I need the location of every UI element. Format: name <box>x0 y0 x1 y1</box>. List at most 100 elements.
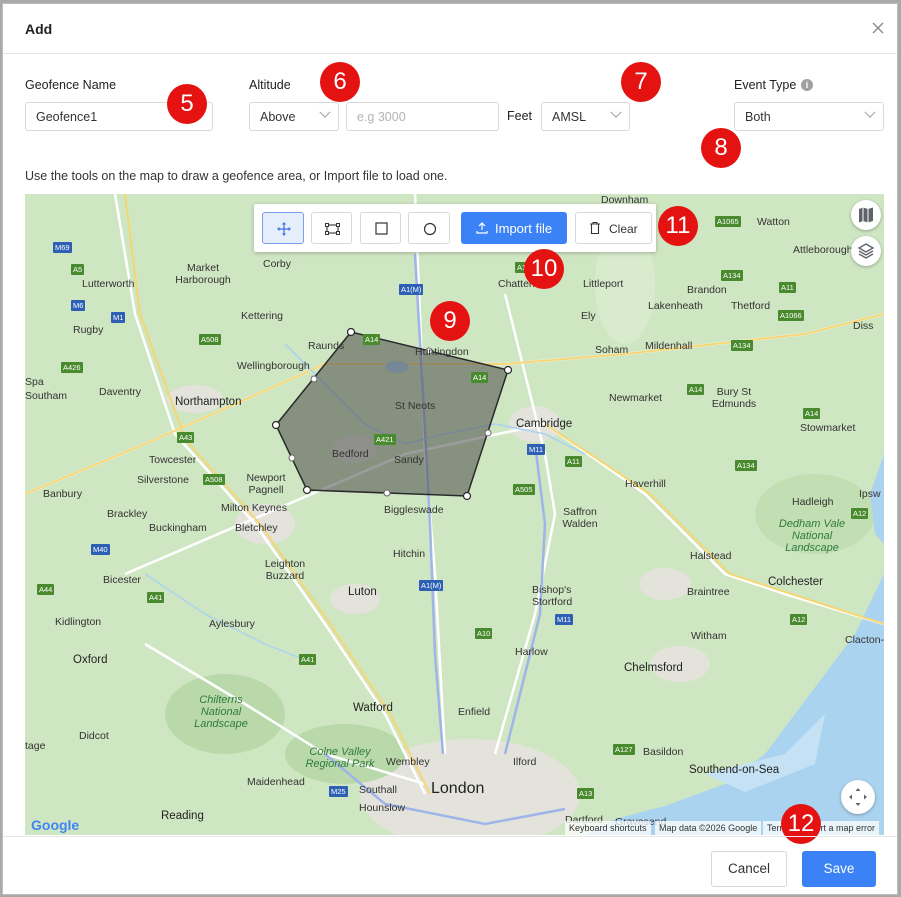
map-place-label: Kettering <box>241 310 284 322</box>
callout-badge: 11 <box>658 206 698 246</box>
road-shield: A10 <box>475 628 493 639</box>
map-place-label: Towcester <box>149 454 197 466</box>
road-shield: A14 <box>471 372 489 383</box>
map-place-label: Luton <box>348 586 377 598</box>
cancel-button[interactable]: Cancel <box>711 851 787 887</box>
import-file-label: Import file <box>495 221 553 236</box>
map-place-label: Hadleigh <box>792 496 834 508</box>
midpoint-handle[interactable] <box>484 429 492 437</box>
map-place-label: Huntingdon <box>415 346 469 358</box>
map-place-label: Watford <box>353 702 393 714</box>
map-place-label: Ilford <box>513 756 537 768</box>
map-place-label: Enfield <box>458 706 491 718</box>
road-shield: A41 <box>299 654 317 665</box>
map-place-label: tage <box>25 740 46 752</box>
map-place-label: Basildon <box>643 746 684 758</box>
map-place-label: Lutterworth <box>82 278 135 290</box>
altitude-mode-select[interactable]: Above <box>249 102 339 131</box>
map-place-label: Watton <box>757 216 790 228</box>
map-place-label: Witham <box>691 630 727 642</box>
map-place-label: Rugby <box>73 324 104 336</box>
map-place-label: Southall <box>359 784 397 796</box>
clear-button[interactable]: Clear <box>575 212 652 244</box>
recenter-icon <box>849 788 867 806</box>
map-place-label: Chelmsford <box>624 662 683 674</box>
altitude-input[interactable]: e.g 3000 <box>346 102 499 131</box>
map-place-label: Maidenhead <box>247 776 305 788</box>
square-icon <box>375 222 388 235</box>
info-icon[interactable]: i <box>801 79 813 91</box>
trash-icon <box>590 221 600 235</box>
road-shield: A11 <box>565 456 582 467</box>
map-park-label: Chilterns National Landscape <box>194 694 248 730</box>
midpoint-handle[interactable] <box>310 375 318 383</box>
save-button[interactable]: Save <box>802 851 876 887</box>
road-shield: M40 <box>91 544 110 555</box>
vertex-handle[interactable] <box>346 327 356 337</box>
event-type-select[interactable]: Both <box>734 102 884 131</box>
map-data-attribution: Map data ©2026 Google <box>655 821 762 835</box>
map-type-icon <box>859 207 873 223</box>
map-canvas[interactable]: Downham Watton Attleborough Lutterworth … <box>25 194 884 835</box>
road-shield: A508 <box>199 334 221 345</box>
map-park-label: Colne Valley Regional Park <box>305 746 375 770</box>
keyboard-shortcuts-link[interactable]: Keyboard shortcuts <box>565 821 651 835</box>
map-place-label: Stowmarket <box>800 422 856 434</box>
map-place-label: Braintree <box>687 586 730 598</box>
midpoint-handle[interactable] <box>383 489 391 497</box>
map-place-label: Halstead <box>690 550 732 562</box>
road-shield: A1066 <box>778 310 804 321</box>
recenter-button[interactable] <box>841 780 875 814</box>
map-place-label: Milton Keynes <box>221 502 287 514</box>
map-place-label: Wembley <box>386 756 430 768</box>
import-file-button[interactable]: Import file <box>461 212 567 244</box>
map-place-label: Newmarket <box>609 392 663 404</box>
road-shield: M1 <box>111 312 126 323</box>
geofence-polygon[interactable] <box>25 194 884 835</box>
road-shield: A127 <box>613 744 635 755</box>
map-place-label: Mildenhall <box>645 340 693 352</box>
map-place-label: Hitchin <box>393 548 426 560</box>
map-place-label: Littleport <box>583 278 624 290</box>
map-place-label: Saffron Walden <box>562 506 598 530</box>
layers-icon <box>857 243 875 259</box>
map-place-label: London <box>431 780 485 797</box>
map-place-label: Brackley <box>107 508 148 520</box>
rectangle-tool-button[interactable] <box>360 212 401 244</box>
map-place-label: Bishop's Stortford <box>532 584 573 608</box>
polygon-icon <box>325 223 340 235</box>
road-shield: A426 <box>61 362 83 373</box>
road-shield: M6 <box>71 300 86 311</box>
event-type-value: Both <box>745 110 771 124</box>
midpoint-handle[interactable] <box>288 454 296 462</box>
map-place-label: Diss <box>853 320 874 332</box>
circle-tool-button[interactable] <box>408 212 450 244</box>
road-shield: A1065 <box>715 216 741 227</box>
move-tool-button[interactable] <box>262 212 304 244</box>
move-icon <box>277 222 291 236</box>
clear-label: Clear <box>609 222 638 236</box>
map-place-label: Biggleswade <box>384 504 444 516</box>
map-place-label: Buckingham <box>149 522 207 534</box>
close-icon[interactable] <box>869 19 887 37</box>
map-place-label: Kidlington <box>55 616 102 628</box>
road-shield: A13 <box>577 788 595 799</box>
upload-icon <box>476 222 488 234</box>
map-type-button[interactable] <box>851 200 881 230</box>
dialog-title: Add <box>25 21 53 37</box>
vertex-handle[interactable] <box>503 365 513 375</box>
circle-icon <box>423 222 437 236</box>
vertex-handle[interactable] <box>462 491 472 501</box>
polygon-tool-button[interactable] <box>311 212 352 244</box>
altitude-reference-select[interactable]: AMSL <box>541 102 630 131</box>
map-place-label: Newport Pagnell <box>246 472 286 496</box>
road-shield: A14 <box>803 408 821 419</box>
map-place-label: Thetford <box>731 300 771 312</box>
layers-button[interactable] <box>851 236 881 266</box>
vertex-handle[interactable] <box>302 485 312 495</box>
road-shield: A41 <box>147 592 165 603</box>
vertex-handle[interactable] <box>271 420 281 430</box>
map-place-label: Bedford <box>332 448 369 460</box>
map-place-label: Ipsw <box>859 488 881 500</box>
map-place-label: Reading <box>161 810 204 822</box>
